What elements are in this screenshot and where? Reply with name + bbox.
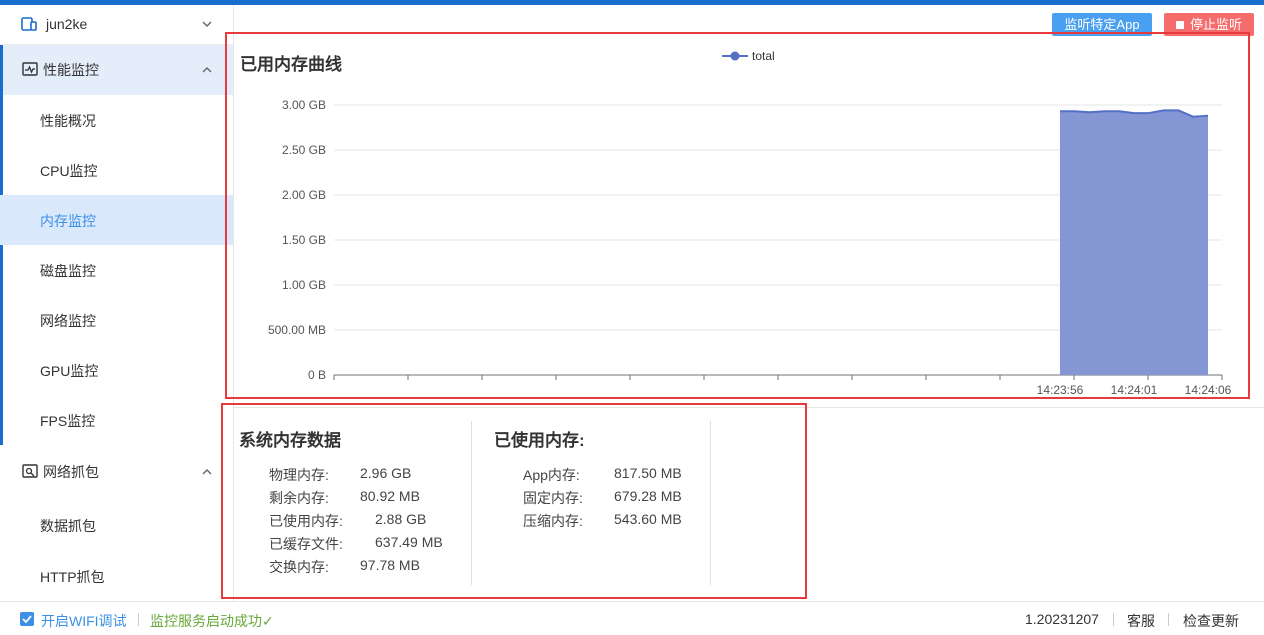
- sidebar-item-label: HTTP抓包: [40, 569, 105, 585]
- sidebar-item-overview[interactable]: 性能概况: [0, 95, 233, 145]
- sidebar-item-label: GPU监控: [40, 363, 99, 379]
- device-selector[interactable]: jun2ke: [0, 5, 233, 45]
- sidebar: jun2ke 性能监控 性能概况 CPU监控 内存监控 磁盘监控 网络监控 GP…: [0, 5, 234, 601]
- chevron-down-icon[interactable]: [202, 19, 212, 29]
- chevron-up-icon[interactable]: [202, 467, 212, 477]
- sidebar-group-label: 性能监控: [43, 62, 99, 78]
- device-icon: [21, 17, 37, 31]
- chevron-up-icon[interactable]: [202, 65, 212, 75]
- chart-highlight-box: [225, 32, 1250, 399]
- sidebar-item-disk[interactable]: 磁盘监控: [0, 245, 233, 295]
- sidebar-group-label: 网络抓包: [43, 464, 99, 480]
- sidebar-item-label: 网络监控: [40, 313, 96, 329]
- service-status: 监控服务启动成功✓: [150, 613, 274, 629]
- sidebar-item-gpu[interactable]: GPU监控: [0, 345, 233, 395]
- sidebar-item-label: CPU监控: [40, 163, 98, 179]
- status-bar: 开启WIFI调试 监控服务启动成功✓ 1.20231207 客服 检查更新: [0, 601, 1264, 635]
- sidebar-item-http-capture[interactable]: HTTP抓包: [0, 551, 233, 601]
- check-update-link[interactable]: 检查更新: [1183, 611, 1239, 631]
- sidebar-item-fps[interactable]: FPS监控: [0, 395, 233, 445]
- sidebar-item-cpu[interactable]: CPU监控: [0, 145, 233, 195]
- stop-button-label: 停止监听: [1189, 17, 1242, 32]
- footer-divider: [1113, 613, 1114, 626]
- sidebar-group-performance[interactable]: 性能监控: [0, 45, 233, 95]
- checkmark-icon: [22, 615, 32, 624]
- sidebar-item-label: 数据抓包: [40, 518, 96, 534]
- device-name: jun2ke: [46, 16, 88, 32]
- version-label: 1.20231207: [1025, 611, 1099, 627]
- sidebar-item-label: 性能概况: [40, 113, 96, 129]
- sidebar-group-packet-capture[interactable]: 网络抓包: [0, 447, 233, 497]
- footer-divider: [1168, 613, 1169, 626]
- wifi-debug-checkbox[interactable]: [20, 612, 34, 626]
- sidebar-item-label: 磁盘监控: [40, 263, 96, 279]
- monitor-chart-icon: [22, 62, 38, 76]
- footer-divider: [138, 613, 139, 626]
- support-link[interactable]: 客服: [1127, 611, 1155, 631]
- sidebar-item-data-capture[interactable]: 数据抓包: [0, 500, 233, 550]
- sidebar-item-memory[interactable]: 内存监控: [0, 195, 233, 245]
- wifi-debug-label[interactable]: 开启WIFI调试: [41, 611, 127, 631]
- packet-capture-icon: [22, 464, 38, 478]
- stop-icon: [1175, 21, 1184, 29]
- sidebar-item-label: FPS监控: [40, 413, 96, 429]
- memory-data-highlight-box: [221, 403, 807, 599]
- sidebar-item-label: 内存监控: [40, 213, 96, 229]
- sidebar-item-network[interactable]: 网络监控: [0, 295, 233, 345]
